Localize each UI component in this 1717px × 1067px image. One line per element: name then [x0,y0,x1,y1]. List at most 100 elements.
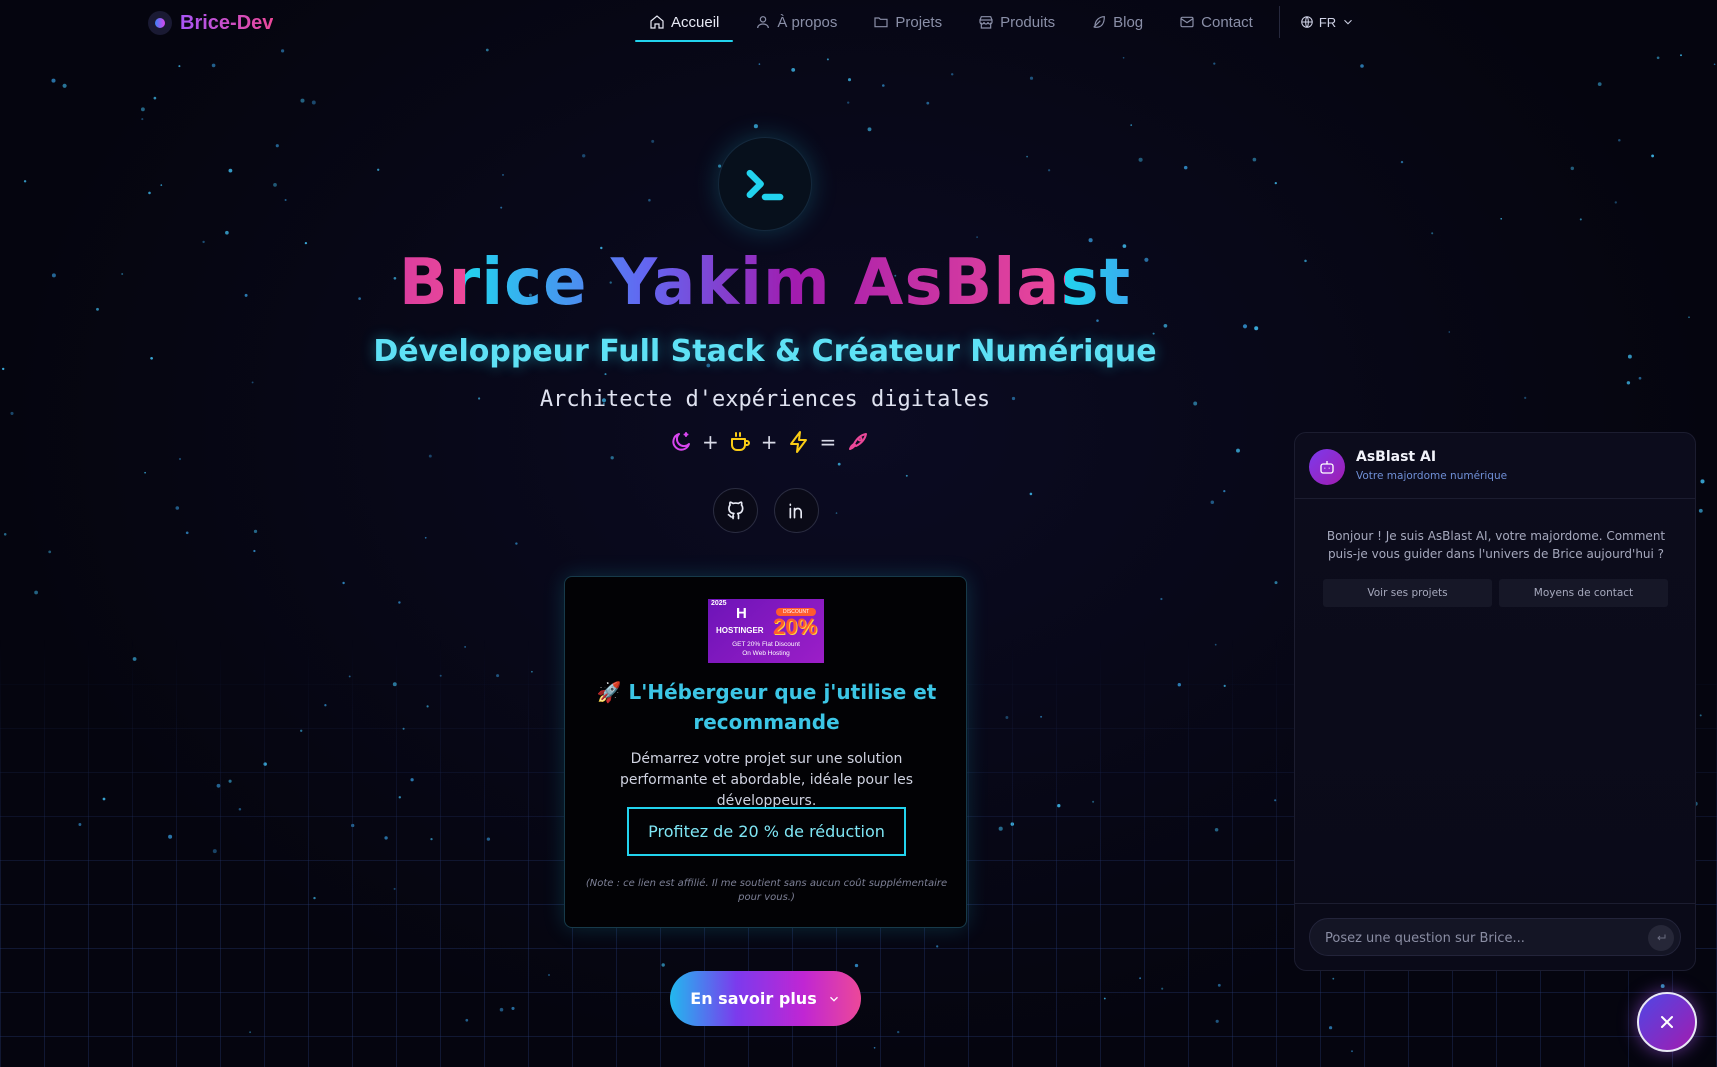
star [531,670,533,673]
star [160,184,163,186]
star [211,63,216,68]
star [1699,714,1702,717]
chat-input[interactable] [1310,919,1640,957]
star [148,191,151,195]
star [348,675,351,678]
star [465,1018,469,1022]
nav-item-a-propos[interactable]: À propos [741,0,851,44]
star [324,704,327,707]
hosting-promo-card: 2025 H HOSTINGER DISCOUNT 20% GET 20% Fl… [564,576,967,928]
nav-item-accueil[interactable]: Accueil [635,0,734,44]
nav-item-blog[interactable]: Blog [1077,0,1157,44]
star [249,1031,252,1034]
star [238,808,242,811]
star [1047,169,1051,172]
star [1217,983,1221,987]
star [342,581,345,585]
chat-suggestion-projects[interactable]: Voir ses projets [1323,579,1492,607]
star [144,471,146,474]
star [1656,56,1660,60]
star [1274,581,1278,585]
star [1092,800,1095,803]
star [439,674,442,677]
chat-header: AsBlast AI Votre majordome numérique [1295,433,1695,499]
chat-avatar [1309,449,1345,485]
star [835,512,838,514]
promo-affiliate-note: (Note : ce lien est affilié. Il me souti… [585,878,948,903]
star [284,198,287,202]
brand-logo[interactable]: Brice-Dev [148,11,273,35]
star [881,84,885,87]
star [212,849,217,854]
learn-more-label: En savoir plus [690,989,817,1008]
star [753,124,758,129]
star [1713,63,1716,66]
nav-item-projets[interactable]: Projets [859,0,956,44]
star [377,168,380,171]
hostinger-banner-image[interactable]: 2025 H HOSTINGER DISCOUNT 20% GET 20% Fl… [708,599,824,663]
moon-icon [672,432,690,451]
star [392,682,397,687]
star [1177,683,1181,687]
star [1242,324,1248,329]
star [610,456,614,460]
chat-suggestion-contact[interactable]: Moyens de contact [1499,579,1668,607]
star [1660,984,1665,989]
star [1579,218,1582,221]
feather-icon [1093,16,1106,28]
star [867,127,872,132]
promo-discount-button[interactable]: Profitez de 20 % de réduction [627,807,906,856]
hero-name: Brice Yakim AsBlast [0,246,1530,320]
star [496,674,500,678]
chat-input-area [1295,903,1695,970]
star [648,198,651,202]
top-navigation: Brice-Dev Accueil À propos Projets Produ… [0,0,1717,48]
star [1214,643,1217,646]
star [1026,155,1028,158]
language-selector[interactable]: FR [1294,15,1361,30]
equation-equals: = [819,430,837,454]
star [1010,822,1015,826]
star [1183,165,1188,170]
linkedin-link[interactable] [774,488,819,533]
star [168,834,173,839]
promo-description: Démarrez votre projet sur une solution p… [619,751,913,809]
chevron-down-icon [829,996,838,1002]
star [273,183,277,187]
star [426,705,429,708]
star [1597,82,1602,86]
star [464,646,466,648]
star [837,462,841,466]
chat-close-button[interactable] [1637,992,1697,1052]
chat-send-button[interactable] [1648,925,1674,951]
learn-more-button[interactable]: En savoir plus [670,971,861,1026]
nav-item-label: Blog [1113,13,1144,31]
star [1274,799,1277,802]
rocket-icon [849,433,868,450]
github-link[interactable] [713,488,758,533]
star [1213,62,1216,65]
star [1360,64,1364,68]
star [1274,181,1277,185]
user-icon [757,16,770,29]
star [1651,154,1655,158]
star [51,78,56,83]
star [926,101,930,105]
star [1223,684,1226,688]
star [1005,716,1009,719]
star [651,139,655,143]
nav-item-contact[interactable]: Contact [1165,0,1267,44]
star [1688,316,1690,319]
star [1627,354,1632,359]
hero-equation: + + = [669,430,869,454]
banner-percent: 20% [773,614,818,639]
star [758,63,761,65]
star [216,783,221,788]
star [1029,492,1033,496]
star [950,73,954,76]
star [253,529,258,534]
terminal-logo [718,137,812,231]
nav-item-produits[interactable]: Produits [964,0,1069,44]
nav-menu: Accueil À propos Projets Produits Blog C… [635,0,1361,44]
nav-item-label: Produits [1000,13,1056,31]
